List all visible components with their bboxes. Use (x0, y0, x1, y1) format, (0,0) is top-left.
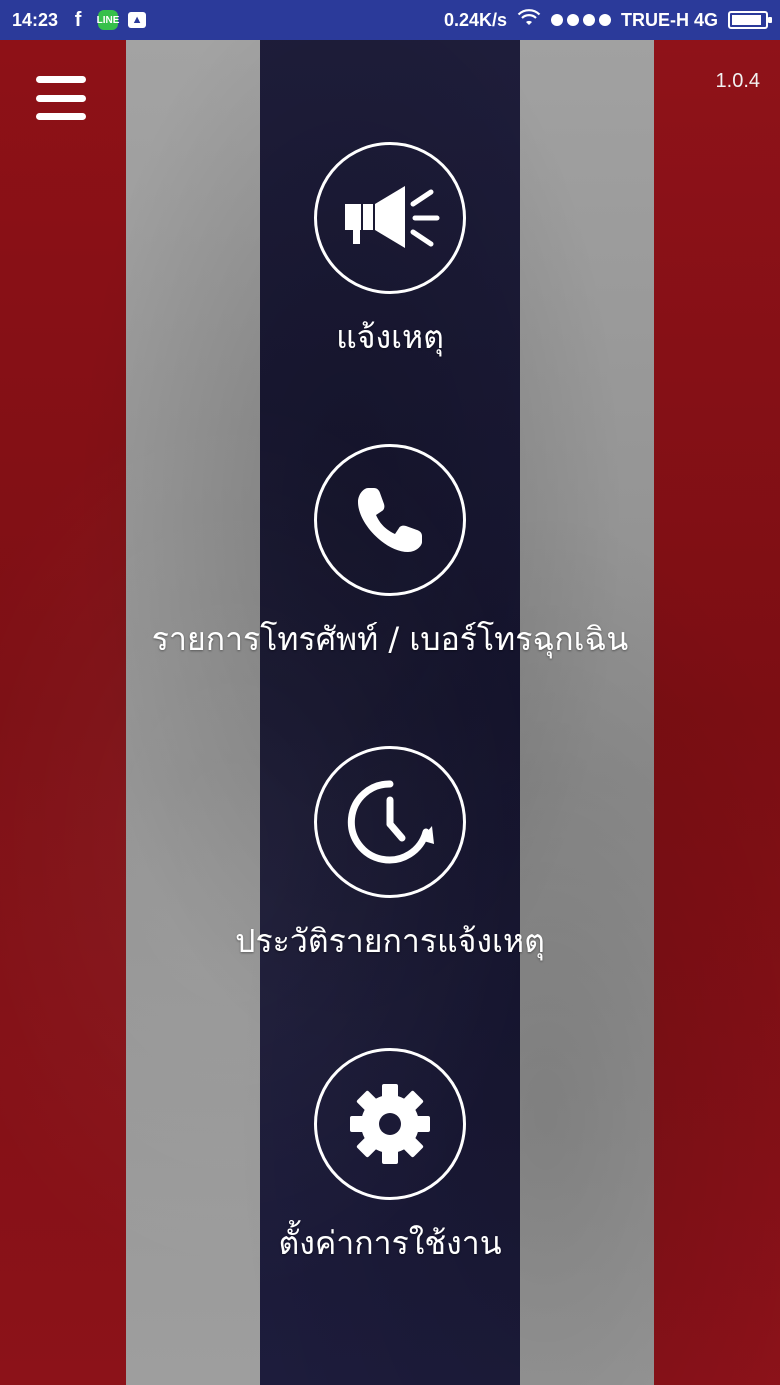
wifi-icon (517, 8, 541, 32)
phone-directory-button[interactable]: รายการโทรศัพท์ / เบอร์โทรฉุกเฉิน (0, 444, 780, 665)
status-time: 14:23 (12, 9, 59, 30)
report-incident-label: แจ้งเหตุ (336, 318, 444, 356)
status-bar-left: 14:23 f LINE ▲ (12, 8, 147, 31)
battery-icon (728, 11, 772, 29)
history-clock-icon (347, 780, 434, 864)
report-incident-button[interactable]: แจ้งเหตุ (0, 142, 780, 363)
settings-circle[interactable] (314, 1048, 466, 1200)
settings-button[interactable]: ตั้งค่าการใช้งาน (0, 1048, 780, 1269)
megaphone-icon (345, 186, 440, 248)
hamburger-menu-icon[interactable] (36, 76, 88, 120)
phone-icon (358, 488, 422, 552)
gear-icon (350, 1084, 430, 1164)
signal-icon (550, 14, 611, 26)
app-version: 1.0.4 (715, 70, 760, 92)
report-history-label: ประวัติรายการแจ้งเหตุ (235, 922, 545, 960)
photo-icon: ▲ (128, 12, 147, 28)
facebook-icon: f (74, 8, 82, 31)
status-bar-right: 0.24K/s TRUE-H 4G (443, 8, 772, 32)
phone-directory-circle[interactable] (314, 444, 466, 596)
line-icon: LINE (97, 10, 119, 30)
status-bar: 14:23 f LINE ▲ 0.24K/s TRUE-H 4G (0, 0, 780, 40)
report-history-button[interactable]: ประวัติรายการแจ้งเหตุ (0, 746, 780, 967)
phone-directory-label: รายการโทรศัพท์ / เบอร์โทรฉุกเฉิน (151, 620, 629, 658)
settings-label: ตั้งค่าการใช้งาน (278, 1224, 502, 1262)
net-speed: 0.24K/s (443, 9, 507, 30)
report-history-circle[interactable] (314, 746, 466, 898)
report-incident-circle[interactable] (314, 142, 466, 294)
battery-fill (732, 15, 761, 25)
carrier-name: TRUE-H 4G (620, 9, 718, 30)
